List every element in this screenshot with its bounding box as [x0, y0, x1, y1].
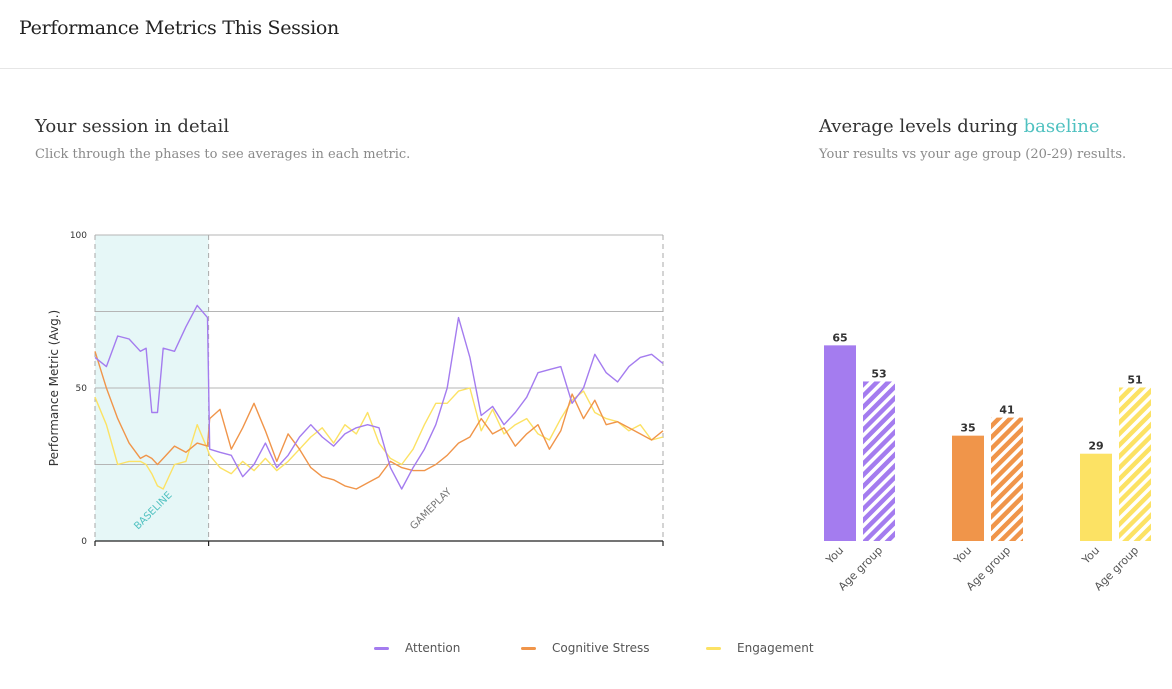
y-tick-label-50: 50	[76, 384, 88, 394]
legend-cognitive-stress[interactable]: Cognitive Stress	[521, 641, 650, 655]
legend-engagement-swatch	[706, 646, 721, 650]
bar-engagement-age-group	[1119, 387, 1151, 541]
bar-attention-age-group	[863, 381, 895, 541]
y-tick-label-100: 100	[70, 231, 87, 241]
legend-cognitive-stress-label: Cognitive Stress	[552, 641, 650, 655]
bar-value-attention-age-group: 53	[871, 367, 886, 380]
phase-label-gameplay: GAMEPLAY	[408, 486, 454, 532]
legend-cognitive-stress-swatch	[521, 646, 536, 650]
bar-category-engagement-you: You	[1079, 544, 1102, 567]
bar-value-cognitive-stress-you: 35	[960, 422, 975, 435]
bar-value-cognitive-stress-age-group: 41	[999, 404, 1014, 417]
legend-attention-swatch	[374, 646, 389, 650]
bar-category-attention-you: You	[823, 544, 846, 567]
legend-attention[interactable]: Attention	[374, 641, 460, 655]
bar-value-engagement-you: 29	[1088, 440, 1103, 453]
chart-legend: Attention Cognitive Stress Engagement	[0, 641, 1172, 661]
bar-attention-you	[824, 345, 856, 541]
legend-engagement-label: Engagement	[737, 641, 814, 655]
y-axis-label: Performance Metric (Avg.)	[47, 310, 61, 466]
bar-engagement-you	[1080, 453, 1112, 541]
session-line-chart: 100500Performance Metric (Avg.)BASELINE G…	[47, 231, 1151, 593]
bar-value-attention-you: 65	[832, 331, 847, 344]
legend-attention-label: Attention	[405, 641, 461, 655]
bar-value-engagement-age-group: 51	[1127, 373, 1142, 386]
bar-category-cognitive-stress-you: You	[951, 544, 974, 567]
bar-cognitive-stress-age-group	[991, 417, 1023, 541]
bar-cognitive-stress-you	[952, 435, 984, 541]
legend-engagement[interactable]: Engagement	[706, 641, 814, 655]
y-tick-label-0: 0	[81, 537, 87, 547]
